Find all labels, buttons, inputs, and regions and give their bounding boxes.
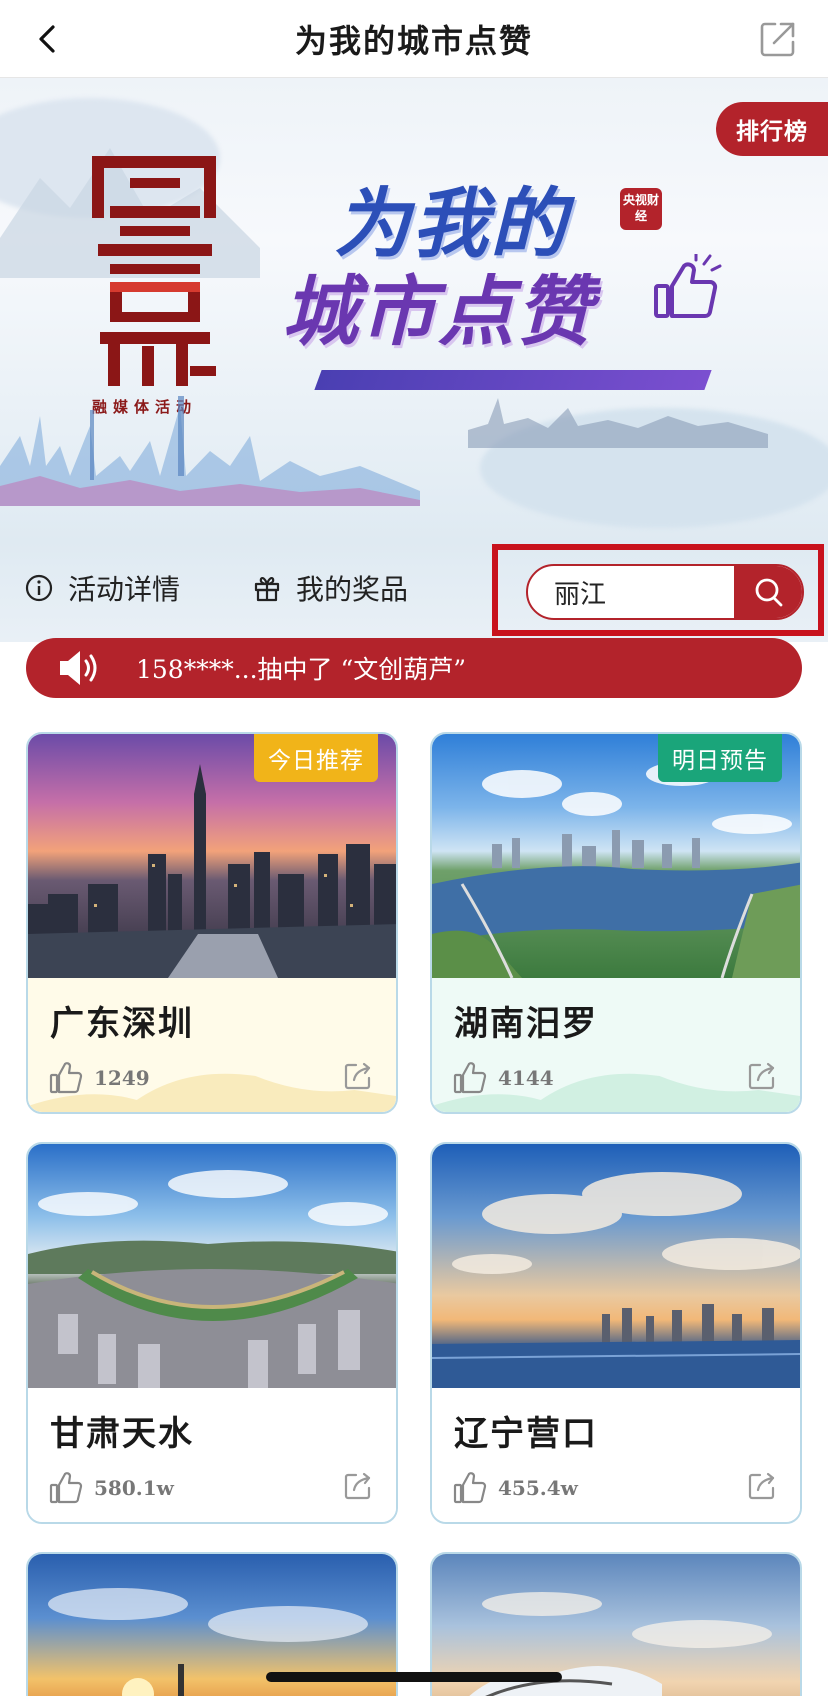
my-prizes-button[interactable]: 我的奖品 bbox=[252, 568, 408, 608]
city-photo bbox=[432, 1144, 800, 1388]
action-bar: 活动详情 我的奖品 bbox=[0, 542, 828, 642]
city-skyline-decoration bbox=[0, 396, 420, 506]
city-skyline-decoration bbox=[468, 398, 768, 448]
share-icon[interactable] bbox=[342, 1470, 374, 1502]
chevron-left-icon bbox=[39, 25, 55, 53]
city-info: 湖南汨罗 4144 bbox=[432, 978, 800, 1112]
hero-banner: 融媒体活动 为我的 城市点赞 央视财经 排行榜 bbox=[0, 78, 828, 542]
share-button[interactable] bbox=[756, 17, 800, 61]
city-card[interactable]: 今日推荐 广东深圳 1249 bbox=[26, 732, 398, 1114]
city-card[interactable]: 明日预告 湖南汨罗 4144 bbox=[430, 732, 802, 1114]
info-icon bbox=[24, 573, 54, 603]
thumbs-up-icon bbox=[453, 1062, 487, 1094]
city-name: 甘肃天水 bbox=[50, 1414, 194, 1454]
activity-details-button[interactable]: 活动详情 bbox=[24, 568, 180, 608]
my-prizes-label: 我的奖品 bbox=[296, 573, 409, 606]
city-name: 湖南汨罗 bbox=[454, 1004, 598, 1044]
cctv-finance-badge: 央视财经 bbox=[620, 188, 662, 230]
like-button[interactable]: 4144 bbox=[452, 1060, 554, 1096]
like-count: 4144 bbox=[498, 1066, 554, 1090]
like-button[interactable]: 580.1w bbox=[48, 1470, 174, 1506]
leaderboard-button[interactable]: 排行榜 bbox=[716, 102, 828, 156]
preview-tomorrow-tag: 明日预告 bbox=[658, 734, 782, 782]
city-search-input[interactable] bbox=[528, 566, 736, 618]
city-name: 辽宁营口 bbox=[454, 1414, 598, 1454]
recommend-today-tag: 今日推荐 bbox=[254, 734, 378, 782]
page: 为我的城市点赞 融媒体活动 为我的 城市点赞 央视财经 排行榜 活动详情 我的奖… bbox=[0, 0, 828, 1696]
share-external-icon bbox=[760, 22, 795, 57]
activity-details-label: 活动详情 bbox=[68, 573, 181, 606]
top-nav-bar: 为我的城市点赞 bbox=[0, 0, 828, 78]
page-title: 为我的城市点赞 bbox=[294, 21, 533, 60]
like-count: 455.4w bbox=[498, 1476, 578, 1500]
city-name: 广东深圳 bbox=[50, 1004, 194, 1044]
thumbs-up-icon bbox=[49, 1062, 83, 1094]
share-icon[interactable] bbox=[746, 1470, 778, 1502]
like-button[interactable]: 455.4w bbox=[452, 1470, 578, 1506]
city-info: 广东深圳 1249 bbox=[28, 978, 396, 1112]
back-button[interactable] bbox=[28, 19, 68, 59]
city-photo bbox=[28, 1144, 396, 1388]
share-icon[interactable] bbox=[342, 1060, 374, 1092]
speaker-icon bbox=[56, 648, 106, 688]
city-search-box bbox=[526, 564, 804, 620]
home-indicator[interactable] bbox=[266, 1672, 562, 1682]
like-count: 1249 bbox=[94, 1066, 150, 1090]
ticker-message: 158****...抽中了 “文创葫芦” bbox=[136, 655, 467, 684]
share-icon[interactable] bbox=[746, 1060, 778, 1092]
city-card[interactable]: 甘肃天水 580.1w bbox=[26, 1142, 398, 1524]
thumbs-up-icon bbox=[453, 1472, 487, 1504]
thumbs-up-icon bbox=[49, 1472, 83, 1504]
city-card[interactable]: 辽宁营口 455.4w bbox=[430, 1142, 802, 1524]
event-logo bbox=[92, 156, 216, 386]
like-button[interactable]: 1249 bbox=[48, 1060, 150, 1096]
gift-icon bbox=[252, 573, 282, 603]
like-count: 580.1w bbox=[94, 1476, 174, 1500]
thumbs-up-decoration-icon bbox=[654, 254, 722, 318]
prize-announcement-ticker: 158****...抽中了 “文创葫芦” bbox=[26, 638, 802, 698]
city-info: 辽宁营口 455.4w bbox=[432, 1388, 800, 1522]
search-icon bbox=[755, 578, 783, 607]
search-button[interactable] bbox=[734, 566, 802, 618]
city-info: 甘肃天水 580.1w bbox=[28, 1388, 396, 1522]
